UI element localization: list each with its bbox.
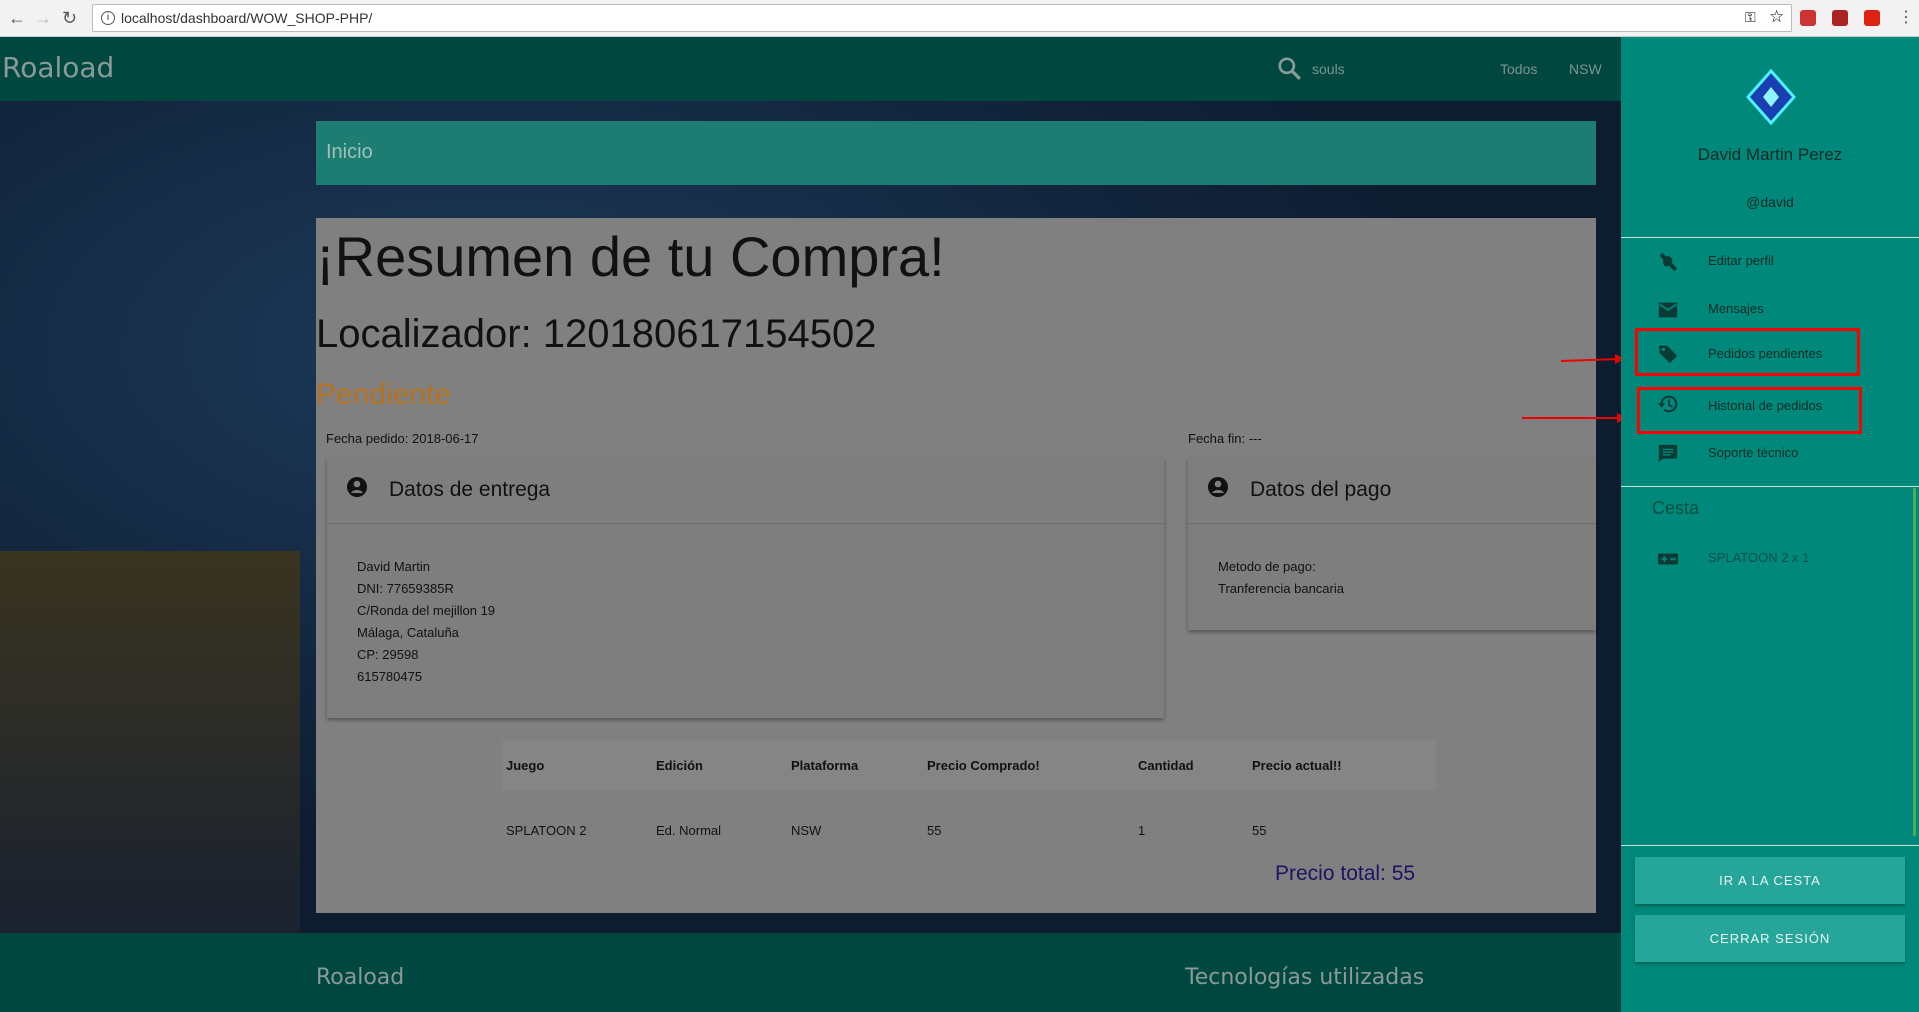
- address-bar[interactable]: i localhost/dashboard/WOW_SHOP-PHP/: [92, 4, 1792, 32]
- delivery-line: Málaga, Cataluña: [357, 625, 459, 640]
- item-label: Historial de pedidos: [1708, 398, 1823, 413]
- search-input[interactable]: souls: [1312, 61, 1345, 77]
- account-icon: [1208, 477, 1228, 497]
- order-date: Fecha pedido: 2018-06-17: [326, 431, 479, 446]
- delivery-line: C/Ronda del mejillon 19: [357, 603, 496, 618]
- cell: 1: [1138, 822, 1146, 838]
- logout-button[interactable]: CERRAR SESIÓN: [1635, 915, 1905, 962]
- payment-card: Datos del pago Metodo de pago: Tranferen…: [1188, 458, 1596, 630]
- payment-line: Tranferencia bancaria: [1218, 581, 1344, 596]
- footer: Roaload Tecnologías utilizadas: [0, 933, 1621, 1012]
- delivery-line: David Martin: [357, 559, 430, 574]
- footer-logo: Roaload: [316, 965, 405, 990]
- payment-line: Metodo de pago:: [1218, 559, 1316, 574]
- order-summary-panel: ¡Resumen de tu Compra! Localizador: 1201…: [316, 218, 1596, 913]
- sidebar-item-historial-de-pedidos[interactable]: Historial de pedidos: [1637, 387, 1862, 434]
- menu-icon[interactable]: ⋮: [1898, 7, 1914, 27]
- status-badge: Pendiente: [316, 378, 452, 411]
- item-label: Soporte técnico: [1708, 445, 1799, 460]
- cell: Ed. Normal: [656, 822, 722, 838]
- browser-toolbar: ← → ↻ i localhost/dashboard/WOW_SHOP-PHP/…: [0, 0, 1919, 37]
- delivery-line: DNI: 77659385R: [357, 581, 454, 596]
- divider: [1621, 486, 1919, 487]
- info-icon[interactable]: i: [101, 11, 115, 25]
- search-icon[interactable]: [1276, 55, 1302, 81]
- history-icon: [1657, 395, 1678, 413]
- item-label: Pedidos pendientes: [1708, 346, 1823, 361]
- delivery-line: 615780475: [357, 669, 423, 684]
- col-header: Juego: [506, 757, 545, 773]
- card-title: Datos del pago: [1250, 478, 1392, 501]
- col-header: Plataforma: [791, 757, 859, 773]
- delivery-line: CP: 29598: [357, 647, 419, 662]
- user-name: David Martin Perez: [1697, 145, 1843, 164]
- scrollbar[interactable]: [1913, 488, 1916, 836]
- wrench-icon: [1659, 252, 1678, 272]
- table-row: SPLATOON 2 Ed. Normal NSW 55 1 55: [502, 800, 1436, 860]
- gamepad-icon: [1657, 553, 1679, 565]
- extension-icon[interactable]: [1864, 10, 1880, 26]
- top-navbar: Roaload souls Todos NSW: [0, 37, 1621, 101]
- col-header: Cantidad: [1138, 757, 1194, 773]
- adblock-icon[interactable]: [1832, 10, 1848, 26]
- reload-icon[interactable]: ↻: [62, 8, 77, 29]
- sidebar-item-pedidos-pendientes[interactable]: Pedidos pendientes: [1635, 328, 1860, 376]
- item-label: Mensajes: [1708, 301, 1764, 316]
- cart-item[interactable]: SPLATOON 2 x 1: [1621, 538, 1919, 578]
- delivery-card: Datos de entrega David Martin DNI: 77659…: [327, 458, 1164, 718]
- sidebar-item-soporte-tecnico[interactable]: Soporte técnico: [1621, 433, 1919, 473]
- sidebar-item-editar-perfil[interactable]: Editar perfil: [1621, 241, 1919, 281]
- total-price: Precio total: 55: [1275, 862, 1416, 885]
- cell: NSW: [791, 822, 822, 838]
- annotation-arrows: [1522, 354, 1627, 423]
- col-header: Precio actual!!: [1252, 757, 1342, 773]
- cart-title: Cesta: [1652, 498, 1700, 518]
- locator: Localizador: 120180617154502: [316, 312, 877, 356]
- tag-icon: [1658, 345, 1678, 364]
- card-title: Datos de entrega: [389, 478, 551, 501]
- breadcrumb[interactable]: Inicio: [316, 121, 1596, 185]
- page-title: ¡Resumen de tu Compra!: [316, 225, 945, 288]
- divider: [1621, 237, 1919, 238]
- cell: 55: [927, 822, 942, 838]
- logo[interactable]: Roaload: [2, 51, 114, 84]
- cell: SPLATOON 2: [506, 822, 587, 838]
- mail-icon: [1658, 302, 1678, 318]
- avatar[interactable]: [1746, 69, 1796, 129]
- star-icon[interactable]: ☆: [1769, 7, 1784, 27]
- col-header: Edición: [656, 757, 703, 773]
- col-header: Precio Comprado!: [927, 757, 1040, 773]
- account-icon: [347, 477, 367, 497]
- back-icon[interactable]: ←: [8, 8, 26, 29]
- forward-icon[interactable]: →: [34, 8, 52, 29]
- nav-nsw[interactable]: NSW: [1569, 61, 1602, 77]
- item-label: Editar perfil: [1708, 253, 1774, 268]
- footer-tech-title: Tecnologías utilizadas: [1185, 965, 1425, 990]
- user-handle: @david: [1746, 194, 1794, 210]
- divider: [1621, 845, 1919, 846]
- key-icon[interactable]: ⚿: [1745, 9, 1756, 26]
- sidebar-item-mensajes[interactable]: Mensajes: [1621, 289, 1919, 329]
- table-header: Juego Edición Plataforma Precio Comprado…: [502, 740, 1436, 790]
- cell: 55: [1252, 822, 1267, 838]
- url-text: localhost/dashboard/WOW_SHOP-PHP/: [121, 10, 373, 26]
- nav-todos[interactable]: Todos: [1500, 61, 1537, 77]
- item-label: SPLATOON 2 x 1: [1708, 550, 1810, 565]
- go-to-cart-button[interactable]: IR A LA CESTA: [1635, 857, 1905, 904]
- extension-icon[interactable]: [1800, 10, 1816, 26]
- end-date: Fecha fin: ---: [1188, 431, 1262, 446]
- chat-icon: [1658, 444, 1678, 463]
- order-table: Juego Edición Plataforma Precio Comprado…: [502, 740, 1436, 860]
- user-sidebar: David Martin Perez @david Editar perfil …: [1621, 37, 1919, 1012]
